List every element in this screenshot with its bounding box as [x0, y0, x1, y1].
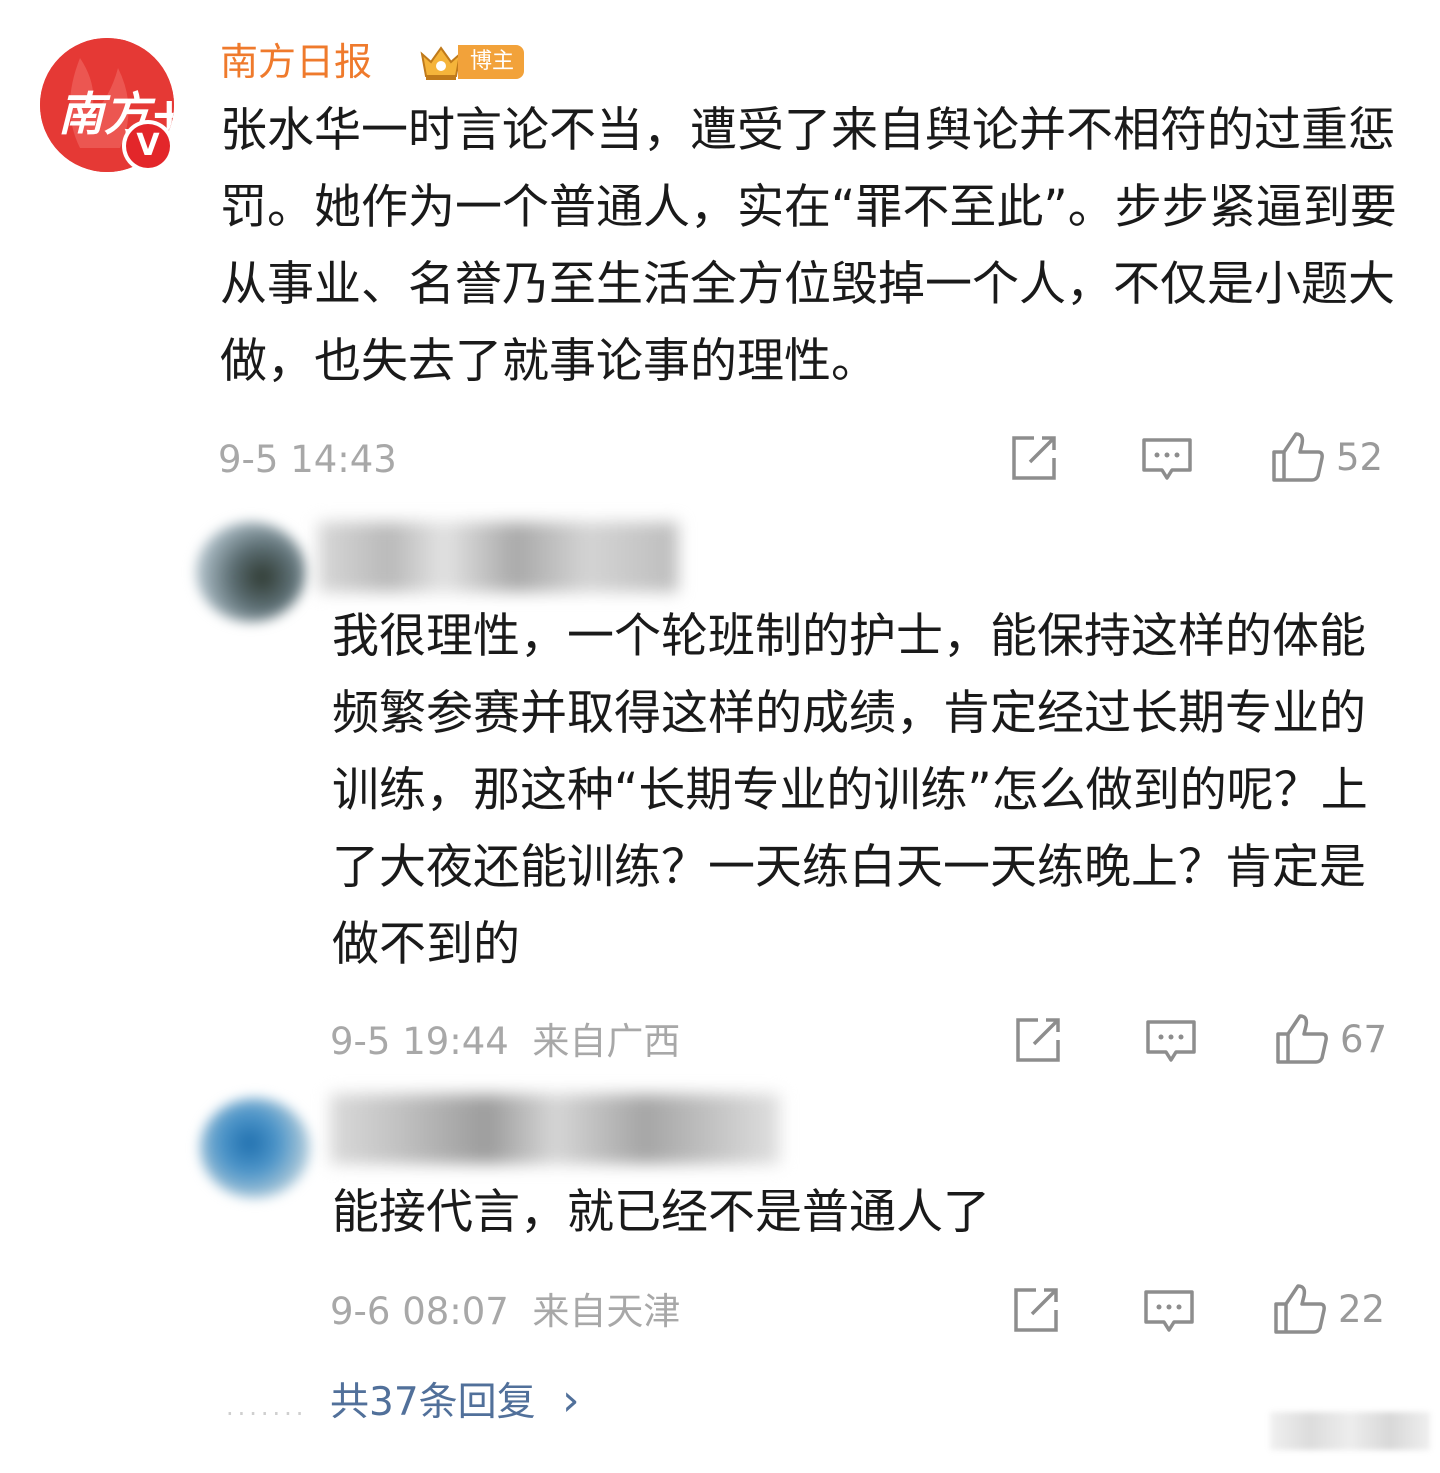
comment-icon [1144, 1290, 1194, 1332]
like-button[interactable]: 67 [1274, 1012, 1387, 1066]
reply-text: 我很理性，一个轮班制的护士，能保持这样的体能频繁参赛并取得这样的成绩，肯定经过长… [332, 609, 1368, 972]
reply-username[interactable] [330, 1094, 780, 1164]
reply-text: 能接代言，就已经不是普通人了 [332, 1185, 990, 1240]
share-button[interactable] [1008, 434, 1060, 482]
more-replies-label: 共37条回复 [330, 1380, 536, 1425]
comment-button[interactable] [1144, 1018, 1198, 1066]
share-icon [1012, 436, 1056, 480]
like-icon [1274, 1284, 1326, 1334]
verified-badge: V [122, 120, 174, 172]
chevron-right-icon: › [562, 1375, 580, 1426]
comment-icon [1146, 1020, 1196, 1062]
reply-avatar[interactable] [196, 522, 306, 622]
thread-dots: ······· [226, 1400, 308, 1428]
watermark [1270, 1412, 1430, 1450]
reply-time-value: 9-6 08:07 [330, 1290, 509, 1333]
reply-location: 来自天津 [532, 1290, 681, 1333]
like-count: 52 [1336, 435, 1384, 479]
reply-location: 来自广西 [532, 1020, 681, 1063]
share-button[interactable] [1010, 1286, 1062, 1334]
like-count: 22 [1338, 1287, 1386, 1331]
like-button[interactable]: 52 [1270, 430, 1383, 484]
like-icon [1272, 432, 1324, 482]
share-icon [1016, 1018, 1060, 1062]
reply-username[interactable] [318, 522, 678, 592]
reply-time: 9-6 08:07 来自天津 [330, 1290, 680, 1334]
post-time: 9-5 14:43 [218, 438, 397, 481]
post-text: 张水华一时言论不当，遭受了来自舆论并不相符的过重惩罚。她作为一个普通人，实在“罪… [220, 103, 1397, 389]
share-button[interactable] [1012, 1016, 1064, 1064]
comment-button[interactable] [1140, 436, 1194, 484]
reply-time: 9-5 19:44 来自广西 [330, 1020, 680, 1064]
like-button[interactable]: 22 [1272, 1282, 1385, 1336]
comment-button[interactable] [1142, 1288, 1196, 1336]
reply-time-value: 9-5 19:44 [330, 1020, 509, 1063]
blogger-badge-label: 博主 [458, 45, 525, 79]
comment-icon [1142, 438, 1192, 480]
author-name[interactable]: 南方日报 [220, 36, 372, 88]
more-replies-link[interactable]: 共37条回复 › [330, 1376, 580, 1428]
verified-v-icon: V [126, 124, 170, 168]
share-icon [1014, 1288, 1058, 1332]
like-count: 67 [1340, 1017, 1388, 1061]
like-icon [1276, 1014, 1328, 1064]
blogger-badge: 博主 [418, 42, 525, 82]
reply-avatar[interactable] [200, 1098, 310, 1198]
